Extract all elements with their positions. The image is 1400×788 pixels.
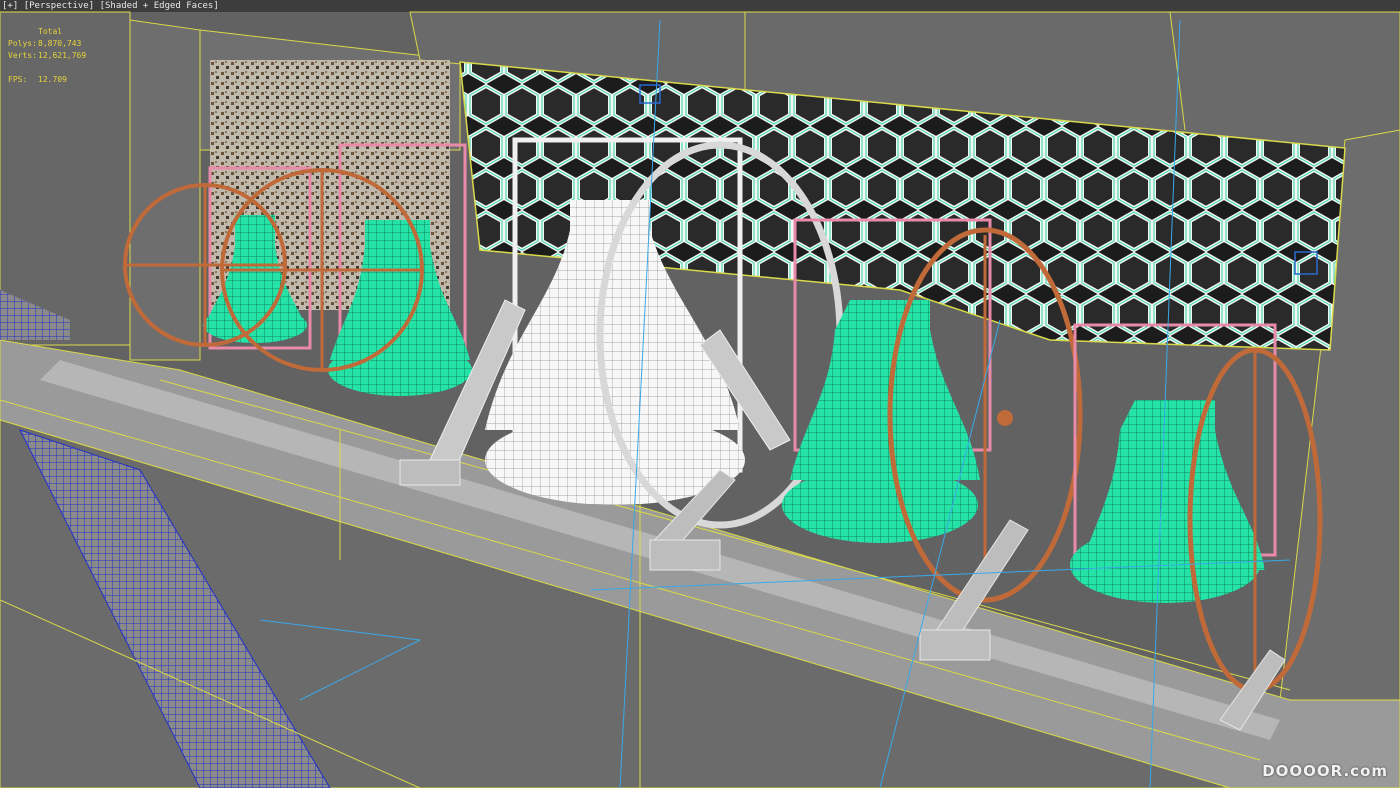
stats-header: Total (38, 27, 63, 36)
fps-label: FPS: (8, 75, 28, 84)
verts-value: 12,621,769 (38, 51, 87, 60)
verts-label: Verts: (8, 51, 37, 60)
polys-value: 8,870,743 (38, 39, 82, 48)
scene-render[interactable] (0, 0, 1400, 788)
polys-label: Polys: (8, 39, 37, 48)
viewport-view-menu[interactable]: [Perspective] (24, 1, 94, 11)
watermark: DOOOOR.com (1262, 762, 1388, 780)
viewport-statistics: Total Polys: 8,870,743 Verts: 12,621,769 F… (8, 26, 86, 86)
viewport-shading-menu[interactable]: [Shaded + Edged Faces] (100, 1, 219, 11)
viewport-label-menu: [+] [Perspective] [Shaded + Edged Faces] (2, 1, 219, 11)
viewport-perspective[interactable]: [+] [Perspective] [Shaded + Edged Faces]… (0, 0, 1400, 788)
fps-value: 12.709 (38, 75, 67, 84)
viewport-plus-menu[interactable]: [+] (2, 1, 18, 11)
